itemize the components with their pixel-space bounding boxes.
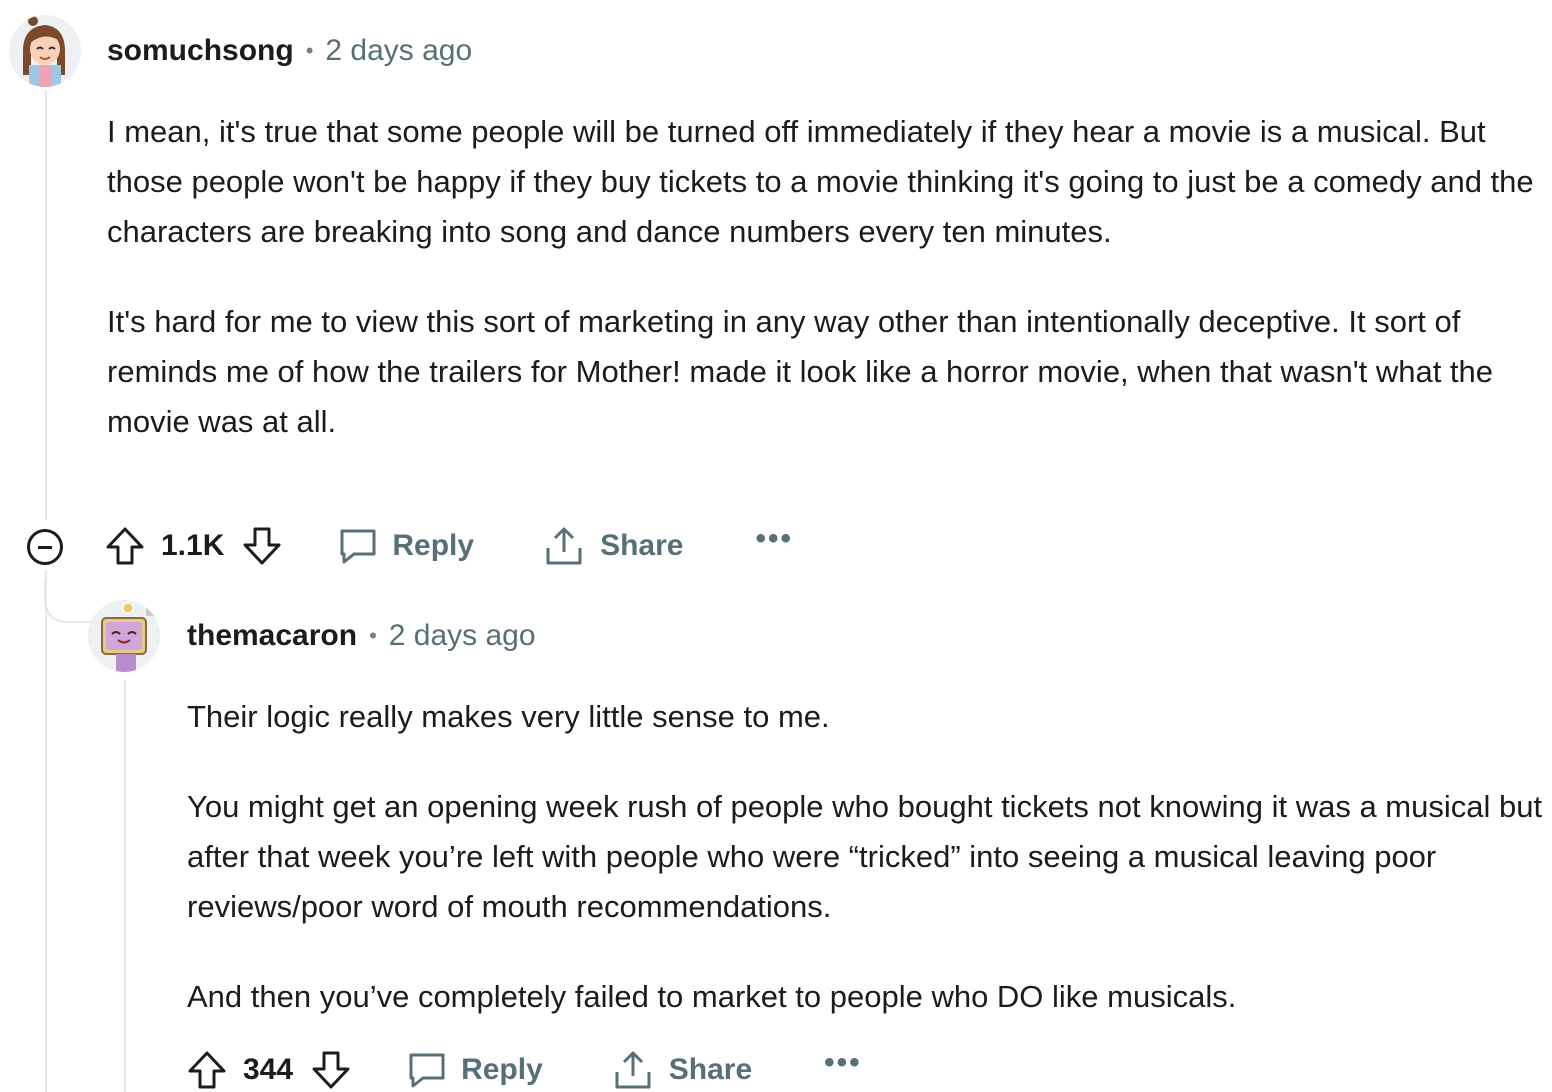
downvote-icon bbox=[243, 527, 281, 565]
share-icon bbox=[546, 527, 582, 565]
more-options-button[interactable]: ••• bbox=[755, 524, 793, 558]
separator-dot: • bbox=[369, 623, 377, 648]
comment-body: Their logic really makes very little sen… bbox=[187, 692, 1547, 1022]
avatar[interactable] bbox=[9, 15, 81, 87]
thread-line-child[interactable] bbox=[124, 680, 126, 1092]
upvote-button[interactable] bbox=[105, 526, 145, 566]
avatar-image bbox=[9, 15, 81, 87]
thread-line-root[interactable] bbox=[45, 90, 47, 520]
reply-icon bbox=[409, 1053, 445, 1088]
comment-header: themacaron • 2 days ago bbox=[187, 619, 536, 653]
downvote-button[interactable] bbox=[242, 526, 282, 566]
username[interactable]: themacaron bbox=[187, 619, 357, 653]
more-options-button[interactable]: ••• bbox=[824, 1048, 862, 1082]
upvote-icon bbox=[188, 1051, 226, 1089]
reply-icon bbox=[340, 529, 376, 564]
timestamp[interactable]: 2 days ago bbox=[325, 34, 472, 68]
upvote-icon bbox=[106, 527, 144, 565]
reply-button[interactable]: Reply bbox=[407, 1050, 543, 1090]
comment-paragraph: And then you’ve completely failed to mar… bbox=[187, 979, 1237, 1014]
comment-paragraph: You might get an opening week rush of pe… bbox=[187, 789, 1543, 924]
reply-label: Reply bbox=[392, 529, 475, 562]
comment-header: somuchsong • 2 days ago bbox=[107, 34, 472, 68]
downvote-icon bbox=[312, 1051, 350, 1089]
comment-paragraph: It's hard for me to view this sort of ma… bbox=[107, 304, 1494, 439]
avatar[interactable] bbox=[88, 600, 160, 672]
vote-score: 1.1K bbox=[161, 529, 225, 562]
vote-score: 344 bbox=[243, 1053, 294, 1086]
share-icon bbox=[615, 1051, 651, 1089]
comment-body: I mean, it's true that some people will … bbox=[107, 107, 1547, 447]
collapse-thread-button[interactable] bbox=[27, 529, 63, 565]
share-label: Share bbox=[668, 1053, 753, 1086]
avatar-image bbox=[88, 600, 160, 672]
timestamp[interactable]: 2 days ago bbox=[389, 619, 536, 653]
share-button[interactable]: Share bbox=[613, 1050, 752, 1090]
thread-line-root-lower[interactable] bbox=[45, 570, 47, 1092]
reply-button[interactable]: Reply bbox=[338, 526, 474, 566]
separator-dot: • bbox=[305, 38, 314, 63]
username[interactable]: somuchsong bbox=[107, 34, 294, 68]
downvote-button[interactable] bbox=[311, 1050, 351, 1090]
reply-label: Reply bbox=[461, 1053, 543, 1086]
comment-paragraph: Their logic really makes very little sen… bbox=[187, 699, 830, 734]
comment-actions: 1.1K Reply Share ••• bbox=[105, 524, 793, 566]
share-button[interactable]: Share bbox=[544, 526, 683, 566]
share-label: Share bbox=[600, 529, 684, 562]
comment-paragraph: I mean, it's true that some people will … bbox=[107, 114, 1534, 249]
comment-actions: 344 Reply Share ••• bbox=[187, 1048, 862, 1090]
upvote-button[interactable] bbox=[187, 1050, 227, 1090]
